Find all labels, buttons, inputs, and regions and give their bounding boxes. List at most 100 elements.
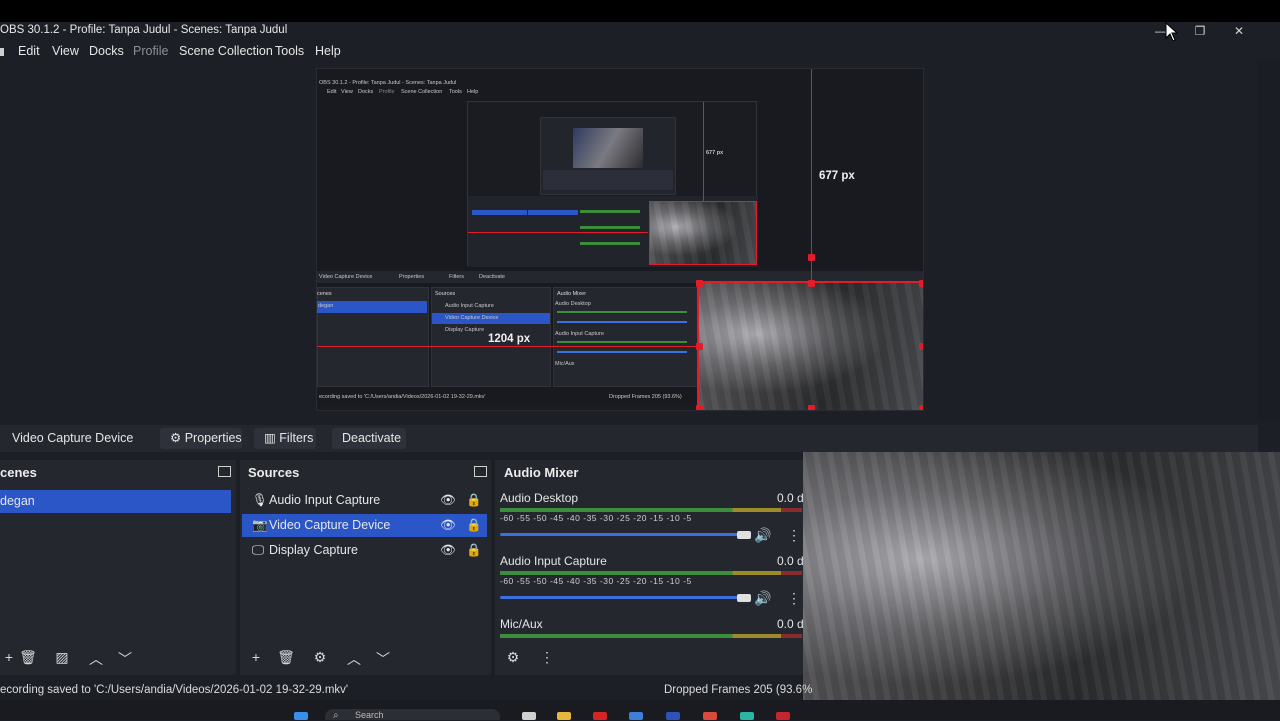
nested-mixer-0: Audio Desktop [555, 301, 591, 307]
properties-label: Properties [184, 431, 242, 445]
close-icon[interactable]: ✕ [1228, 23, 1250, 39]
remove-source-icon[interactable]: 🗑 [277, 649, 295, 666]
move-source-up-icon[interactable]: ︿ [345, 649, 363, 669]
start-icon[interactable] [294, 712, 308, 720]
volume-slider-knob[interactable] [737, 531, 751, 539]
properties-button[interactable]: ⚙ Properties [160, 428, 242, 449]
nested-title: OBS 30.1.2 - Profile: Tanpa Judul - Scen… [319, 80, 457, 86]
source-row[interactable]: 📷 Video Capture Device 👁 🔒 [242, 514, 487, 537]
mixer-channel-name: Audio Input Capture [500, 554, 607, 568]
chrome-icon[interactable] [703, 712, 717, 720]
source-name: Video Capture Device [269, 518, 391, 532]
volume-slider[interactable] [500, 596, 745, 599]
nested-inner-height-label: 677 px [706, 150, 724, 156]
source-row[interactable]: 🖵 Display Capture 👁 🔒 [242, 539, 487, 562]
nested-status-left: ecording saved to 'C:/Users/andia/Videos… [319, 394, 486, 400]
taskbar-search[interactable]: ⌕ Search [325, 709, 500, 721]
nested-sources-header: Sources [435, 291, 456, 297]
volume-slider[interactable] [500, 533, 745, 536]
volume-meter [500, 634, 802, 638]
volume-slider-knob[interactable] [737, 594, 751, 602]
monitor-icon: 🖵 [252, 543, 265, 557]
resize-handle-tl[interactable] [696, 280, 703, 287]
undock-icon[interactable] [474, 466, 487, 477]
scene-filters-icon[interactable]: ▨ [53, 649, 71, 666]
height-guide-line [811, 69, 812, 282]
source-row[interactable]: 🎙 Audio Input Capture 👁 🔒 [242, 489, 487, 512]
file-menu-edge[interactable] [0, 48, 4, 56]
advanced-audio-settings-icon[interactable]: ⚙ [504, 649, 522, 666]
scene-item[interactable]: degan [0, 490, 231, 513]
deactivate-label: Deactivate [342, 431, 402, 445]
nested-menu-edit: Edit [327, 89, 337, 95]
restore-icon[interactable]: ❐ [1189, 23, 1211, 39]
add-scene-icon[interactable]: + [0, 649, 18, 665]
resize-handle-mr[interactable] [919, 343, 923, 350]
lock-icon[interactable]: 🔒 [466, 539, 482, 562]
selected-camera-source[interactable] [697, 281, 923, 410]
deactivate-button[interactable]: Deactivate [332, 428, 406, 449]
scenes-dock: cenes degan + 🗑 ▨ ︿ ﹀ [0, 460, 236, 675]
file-explorer-icon[interactable] [557, 712, 571, 720]
volume-meter [500, 571, 802, 575]
mixer-channel-db: 0.0 d [777, 554, 804, 568]
speaker-icon[interactable]: 🔊 [754, 590, 772, 607]
menu-scene-collection[interactable]: Scene Collection [179, 44, 273, 58]
meter-scale: -60 -55 -50 -45 -40 -35 -30 -25 -20 -15 … [500, 576, 692, 586]
word-icon[interactable] [666, 712, 680, 720]
meter-scale: -60 -55 -50 -45 -40 -35 -30 -25 -20 -15 … [500, 513, 692, 523]
more-options-icon[interactable]: ⋮ [785, 590, 803, 607]
recording-saved-status: ecording saved to 'C:/Users/andia/Videos… [0, 684, 349, 696]
volume-meter [500, 508, 802, 512]
resize-handle-br[interactable] [919, 405, 923, 410]
app-icon[interactable] [593, 712, 607, 720]
nested-mixer-header: Audio Mixer [557, 291, 587, 297]
mouse-cursor-icon [1165, 22, 1179, 42]
search-icon: ⌕ [333, 710, 339, 721]
more-options-icon[interactable]: ⋮ [785, 527, 803, 544]
menu-profile[interactable]: Profile [133, 44, 168, 58]
task-view-icon[interactable] [522, 712, 536, 720]
edge-icon[interactable] [740, 712, 754, 720]
menu-docks[interactable]: Docks [89, 44, 124, 58]
preview-canvas[interactable]: OBS 30.1.2 - Profile: Tanpa Judul - Scen… [316, 68, 924, 411]
nested-source-2: Display Capture [445, 327, 485, 333]
filters-label: Filters [279, 431, 314, 445]
visibility-eye-icon[interactable]: 👁 [440, 539, 456, 562]
lock-icon[interactable]: 🔒 [466, 489, 482, 512]
source-name: Audio Input Capture [269, 493, 381, 507]
source-properties-gear-icon[interactable]: ⚙ [311, 649, 329, 666]
add-source-icon[interactable]: + [247, 649, 265, 665]
obs-record-icon[interactable] [776, 712, 790, 720]
mixer-menu-icon[interactable]: ⋮ [538, 649, 556, 666]
remove-scene-icon[interactable]: 🗑 [19, 649, 37, 666]
nested-menu-docks: Docks [358, 89, 374, 95]
sources-header: Sources [248, 465, 300, 480]
menu-edit[interactable]: Edit [18, 44, 40, 58]
store-icon[interactable] [629, 712, 643, 720]
undock-icon[interactable] [218, 466, 231, 477]
guide-handle[interactable] [808, 254, 815, 261]
lock-icon[interactable]: 🔒 [466, 514, 482, 537]
nested-preview: 677 px [467, 101, 758, 267]
filters-button[interactable]: ▥ Filters [254, 428, 316, 449]
visibility-eye-icon[interactable]: 👁 [440, 489, 456, 512]
resize-handle-tr[interactable] [919, 280, 923, 287]
menu-help[interactable]: Help [315, 44, 341, 58]
move-scene-down-icon[interactable]: ﹀ [116, 649, 134, 669]
resize-handle-tm[interactable] [808, 280, 815, 287]
speaker-icon[interactable]: 🔊 [754, 527, 772, 544]
top-strip [0, 0, 1280, 22]
resize-handle-bm[interactable] [808, 405, 815, 410]
resize-handle-ml[interactable] [696, 343, 703, 350]
mixer-channel-db: 0.0 d [777, 617, 804, 631]
nested-source-1: Video Capture Device [445, 315, 499, 321]
move-source-down-icon[interactable]: ﹀ [374, 649, 392, 669]
move-scene-up-icon[interactable]: ︿ [87, 649, 105, 669]
width-measure-label: 1204 px [488, 333, 531, 345]
resize-handle-bl[interactable] [696, 405, 703, 410]
menu-tools[interactable]: Tools [275, 44, 304, 58]
menu-view[interactable]: View [52, 44, 79, 58]
visibility-eye-icon[interactable]: 👁 [440, 514, 456, 537]
nested-filters: Filters [449, 274, 464, 280]
